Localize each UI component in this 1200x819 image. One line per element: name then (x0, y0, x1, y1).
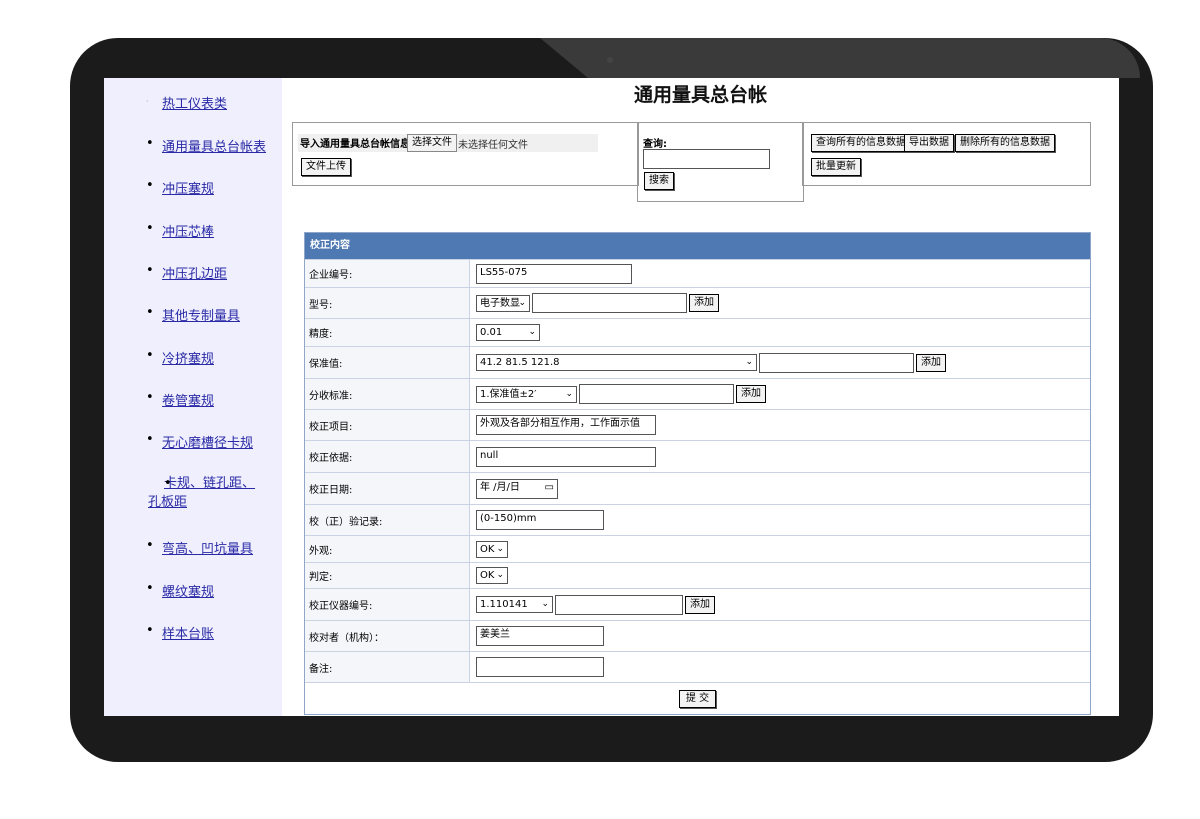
actions-panel (802, 122, 1091, 186)
device-frame-glare (540, 38, 1140, 78)
sidebar-item-other-gauges[interactable]: • 其他专制量具 (146, 305, 240, 324)
remark-label: 备注: (305, 652, 470, 682)
record-input[interactable]: (0-150)mm (476, 510, 604, 530)
model-label: 型号: (305, 288, 470, 318)
sidebar-item-stamping-plug-gauge[interactable]: • 冲压塞规 (146, 178, 214, 197)
checker-label: 校对者（机构）： (305, 621, 470, 651)
sidebar-item-stamping-hole-edge[interactable]: • 冲压孔边距 (146, 263, 227, 282)
form-row-date: 校正日期: 年 /月/日 ▭ (305, 472, 1090, 504)
calendar-icon[interactable]: ▭ (545, 480, 554, 496)
sidebar-item-bend-height[interactable]: • 弯高、凹坑量具 (146, 538, 253, 557)
delete-all-button[interactable]: 删除所有的信息数据 (955, 134, 1055, 152)
form-row-basis: 校正依据: null (305, 440, 1090, 472)
import-panel (292, 122, 639, 186)
form-row-warranty: 保准值: 41.2 81.5 121.8 ⌄ 添加 (305, 346, 1090, 378)
form-row-model: 型号: 电子数显 ⌄ 添加 (305, 287, 1090, 318)
sidebar-item-thermal-instruments[interactable]: · 热工仪表类 (146, 93, 227, 112)
page-title: 通用量具总台帐 (633, 84, 767, 106)
model-add-button[interactable]: 添加 (689, 294, 719, 312)
import-label: 导入通用量具总台帐信息： (300, 139, 420, 150)
sidebar-item-cold-extrusion[interactable]: • 冷挤塞规 (146, 348, 214, 367)
warranty-add-button[interactable]: 添加 (916, 353, 946, 372)
model-input[interactable] (532, 293, 687, 313)
checker-input[interactable]: 姜美兰 (476, 626, 604, 646)
sidebar: · 热工仪表类 • 通用量具总台帐表 • 冲压塞规 • 冲压芯棒 • 冲压孔边距 • 其他专… (104, 78, 282, 716)
warranty-input[interactable] (759, 352, 914, 373)
sidebar-item-tube-plug-gauge[interactable]: • 卷管塞规 (146, 390, 214, 409)
search-label: 查询: (643, 139, 667, 150)
upload-button[interactable]: 文件上传 (301, 158, 351, 176)
record-label: 校（正）验记录: (305, 505, 470, 535)
query-all-button[interactable]: 查询所有的信息数据 (811, 134, 911, 152)
sidebar-item-sample-ledger[interactable]: • 样本台账 (146, 623, 214, 642)
company-no-input[interactable]: LS55-075 (476, 263, 632, 284)
chevron-down-icon: ⌄ (565, 388, 573, 399)
form-row-record: 校（正）验记录: (0-150)mm (305, 504, 1090, 535)
acceptance-input[interactable] (579, 384, 734, 404)
choose-file-button[interactable]: 选择文件 (407, 134, 457, 152)
precision-label: 精度: (305, 319, 470, 346)
sidebar-item-stamping-mandrel[interactable]: • 冲压芯棒 (146, 221, 214, 240)
instrument-input[interactable] (555, 594, 683, 615)
chevron-down-icon: ⌄ (518, 297, 526, 308)
search-input[interactable] (643, 149, 770, 169)
form-row-judge: 判定: OK ⌄ (305, 562, 1090, 588)
chevron-down-icon: ⌄ (541, 599, 549, 609)
sidebar-item-thread-plug[interactable]: • 螺纹塞规 (146, 581, 214, 600)
acceptance-add-button[interactable]: 添加 (736, 385, 766, 403)
model-select[interactable]: 电子数显 ⌄ (476, 294, 530, 312)
submit-button[interactable]: 提 交 (678, 689, 717, 708)
warranty-label: 保准值: (305, 347, 470, 378)
judge-select[interactable]: OK ⌄ (476, 567, 508, 584)
chevron-down-icon: ⌄ (528, 327, 536, 337)
form-row-checker: 校对者（机构）： 姜美兰 (305, 620, 1090, 651)
screen: · 热工仪表类 • 通用量具总台帐表 • 冲压塞规 • 冲压芯棒 • 冲压孔边距 • 其他专… (104, 78, 1119, 716)
calibration-form: 校正内容 企业编号: LS55-075 型号: 电子数显 ⌄ 添加 精度: 0.0… (304, 232, 1091, 715)
precision-select[interactable]: 0.01 ⌄ (476, 324, 540, 341)
date-input[interactable]: 年 /月/日 ▭ (476, 478, 558, 499)
form-row-company-no: 企业编号: LS55-075 (305, 259, 1090, 287)
instrument-add-button[interactable]: 添加 (685, 595, 715, 614)
date-label: 校正日期: (305, 473, 470, 504)
basis-input[interactable]: null (476, 446, 656, 467)
basis-label: 校正依据: (305, 441, 470, 472)
sidebar-item-caliper-chain[interactable]: • 卡规、链孔距、孔板距 (148, 474, 266, 512)
sidebar-item-general-gauges[interactable]: • 通用量具总台帐表 (146, 136, 266, 155)
form-row-submit: 提 交 (305, 682, 1090, 714)
form-row-acceptance: 分收标准: 1.保准值±2′ ⌄ 添加 (305, 378, 1090, 409)
judge-label: 判定: (305, 563, 470, 588)
item-input[interactable]: 外观及各部分相互作用，工作面示值 (476, 415, 656, 435)
main-content: 通用量具总台帐 导入通用量具总台帐信息： 选择文件 未选择任何文件 文件上传 查… (282, 78, 1119, 716)
chevron-down-icon: ⌄ (745, 357, 753, 367)
appearance-label: 外观: (305, 536, 470, 562)
instrument-label: 校正仪器编号: (305, 589, 470, 620)
appearance-select[interactable]: OK ⌄ (476, 540, 508, 558)
form-row-instrument: 校正仪器编号: 1.110141 ⌄ 添加 (305, 588, 1090, 620)
remark-input[interactable] (476, 657, 604, 677)
form-row-item: 校正项目: 外观及各部分相互作用，工作面示值 (305, 409, 1090, 440)
form-row-appearance: 外观: OK ⌄ (305, 535, 1090, 562)
form-section-title: 校正内容 (305, 233, 1090, 259)
acceptance-select[interactable]: 1.保准值±2′ ⌄ (476, 385, 577, 403)
sidebar-item-centerless-groove[interactable]: • 无心磨槽径卡规 (146, 432, 253, 451)
item-label: 校正项目: (305, 410, 470, 440)
form-row-precision: 精度: 0.01 ⌄ (305, 318, 1090, 346)
search-button[interactable]: 搜索 (644, 172, 674, 190)
no-file-text: 未选择任何文件 (458, 140, 528, 151)
acceptance-label: 分收标准: (305, 379, 470, 409)
form-row-remark: 备注: (305, 651, 1090, 682)
batch-update-button[interactable]: 批量更新 (811, 158, 861, 176)
chevron-down-icon: ⌄ (496, 543, 504, 554)
export-button[interactable]: 导出数据 (904, 134, 954, 152)
camera-icon (607, 57, 613, 63)
warranty-select[interactable]: 41.2 81.5 121.8 ⌄ (476, 354, 757, 371)
instrument-select[interactable]: 1.110141 ⌄ (476, 596, 553, 613)
chevron-down-icon: ⌄ (496, 570, 504, 580)
company-no-label: 企业编号: (305, 260, 470, 287)
